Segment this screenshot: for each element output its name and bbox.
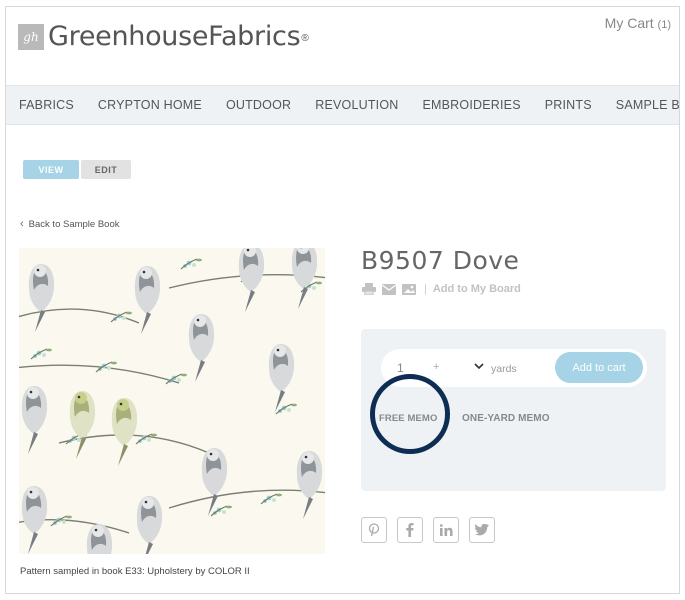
pinterest-icon[interactable] [361, 517, 387, 543]
product-title: B9507 Dove [361, 246, 520, 275]
back-to-sample-book-link[interactable]: ‹ Back to Sample Book [20, 218, 120, 230]
add-to-board-link[interactable]: Add to My Board [433, 283, 521, 295]
my-cart-link[interactable]: My Cart (1) [605, 15, 671, 31]
print-icon[interactable] [362, 283, 376, 295]
image-icon[interactable] [402, 283, 416, 295]
chevron-left-icon: ‹ [20, 218, 24, 230]
facebook-icon[interactable] [397, 517, 423, 543]
page-frame: gh GreenhouseFabrics ® My Cart (1) FABRI… [5, 6, 680, 594]
pattern-caption: Pattern sampled in book E33: Upholstery … [20, 566, 250, 577]
product-tools: | Add to My Board [362, 283, 521, 295]
site-logo[interactable]: gh GreenhouseFabrics ® [18, 21, 309, 52]
quantity-plus-button[interactable]: + [433, 361, 439, 373]
main-nav: FABRICS CRYPTON HOME OUTDOOR REVOLUTION … [6, 85, 679, 125]
social-share [361, 517, 505, 543]
add-to-cart-button[interactable]: Add to cart [555, 352, 643, 383]
nav-item-sample-books[interactable]: SAMPLE BOOKS [616, 98, 679, 112]
logo-mark: gh [18, 23, 44, 50]
view-button[interactable]: VIEW [23, 160, 79, 179]
nav-item-embroideries[interactable]: EMBROIDERIES [423, 98, 521, 112]
unit-label: yards [491, 363, 517, 375]
email-icon[interactable] [382, 283, 396, 295]
view-edit-toggle: VIEW EDIT [23, 160, 131, 179]
logo-text: GreenhouseFabrics [48, 21, 301, 52]
logo-registered-mark: ® [301, 33, 309, 44]
tools-separator: | [424, 283, 427, 295]
nav-item-outdoor[interactable]: OUTDOOR [226, 98, 291, 112]
nav-item-revolution[interactable]: REVOLUTION [315, 98, 398, 112]
highlight-circle-annotation [370, 374, 450, 454]
order-panel: 1 + yards Add to cart FREE MEMO ONE-YARD… [361, 329, 666, 491]
cart-count: (1) [657, 19, 671, 31]
one-yard-memo-button[interactable]: ONE-YARD MEMO [462, 413, 550, 424]
twitter-icon[interactable] [469, 517, 495, 543]
nav-item-prints[interactable]: PRINTS [545, 98, 592, 112]
bird-pattern-illustration [19, 248, 325, 554]
quantity-input[interactable]: 1 [397, 361, 404, 375]
back-link-label: Back to Sample Book [28, 218, 120, 230]
nav-item-crypton-home[interactable]: CRYPTON HOME [98, 98, 202, 112]
fabric-swatch-image[interactable] [19, 248, 325, 554]
linkedin-icon[interactable] [433, 517, 459, 543]
cart-label: My Cart [604, 15, 654, 31]
nav-item-fabrics[interactable]: FABRICS [19, 98, 74, 112]
edit-button[interactable]: EDIT [81, 160, 131, 179]
chevron-down-icon[interactable] [474, 363, 484, 370]
